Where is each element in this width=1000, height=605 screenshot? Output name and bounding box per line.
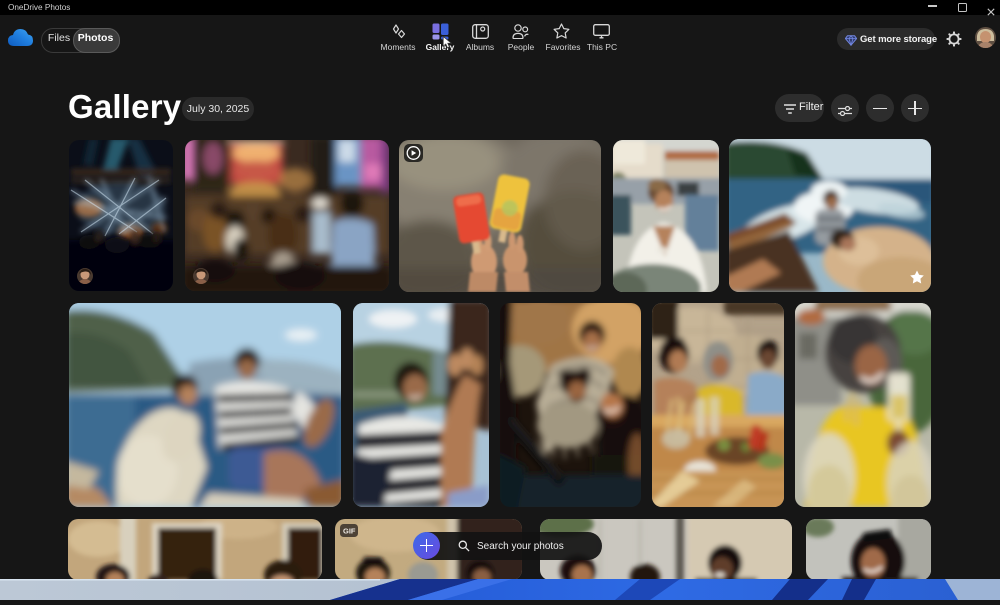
svg-text:GIF: GIF	[343, 527, 356, 536]
